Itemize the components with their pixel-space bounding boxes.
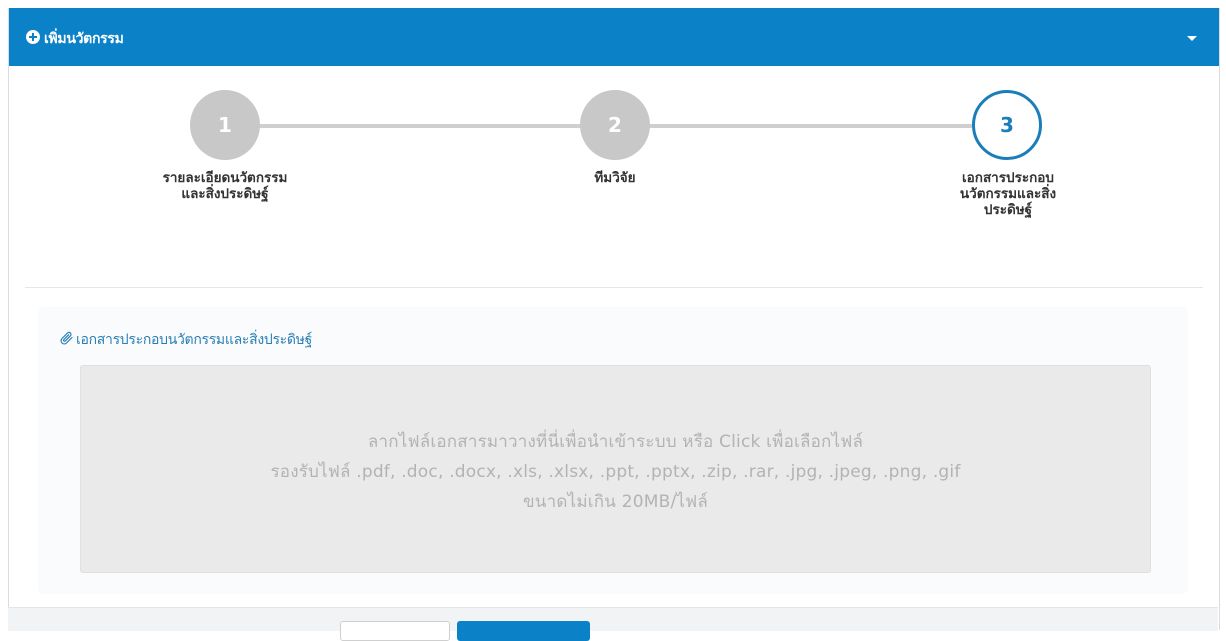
- step-3-circle[interactable]: 3: [972, 90, 1042, 160]
- save-button[interactable]: [457, 621, 590, 641]
- panel-title: เพิ่มนวัตกรรม: [44, 31, 124, 47]
- step-3-label: เอกสารประกอบนวัตกรรมและสิ่งประดิษฐ์: [959, 170, 1057, 218]
- dropzone-instruction: ลากไฟล์เอกสารมาวางที่นี่เพื่อนำเข้าระบบ …: [367, 432, 864, 452]
- step-2-circle[interactable]: 2: [580, 90, 650, 160]
- paperclip-icon: [60, 331, 73, 345]
- back-button[interactable]: [340, 621, 450, 641]
- section-title: เอกสารประกอบนวัตกรรมและสิ่งประดิษฐ์: [76, 332, 313, 348]
- dropzone-accepted-types: รองรับไฟล์ .pdf, .doc, .docx, .xls, .xls…: [270, 462, 961, 482]
- step-2-number: 2: [608, 113, 622, 137]
- divider: [25, 287, 1203, 288]
- panel-header[interactable]: เพิ่มนวัตกรรม: [9, 8, 1219, 66]
- plus-circle-icon: [26, 30, 40, 44]
- file-dropzone[interactable]: ลากไฟล์เอกสารมาวางที่นี่เพื่อนำเข้าระบบ …: [80, 365, 1151, 573]
- step-1-label: รายละเอียดนวัตกรรมและสิ่งประดิษฐ์: [162, 170, 288, 202]
- dropzone-size-limit: ขนาดไม่เกิน 20MB/ไฟล์: [522, 492, 708, 512]
- step-1-circle[interactable]: 1: [190, 90, 260, 160]
- step-1-number: 1: [218, 113, 232, 137]
- form-footer: [8, 607, 1218, 631]
- caret-down-icon[interactable]: [1187, 36, 1197, 41]
- step-2-label: ทีมวิจัย: [594, 170, 636, 186]
- step-connector-2-3: [648, 124, 972, 128]
- step-connector-1-2: [258, 124, 582, 128]
- step-3-number: 3: [1000, 113, 1014, 137]
